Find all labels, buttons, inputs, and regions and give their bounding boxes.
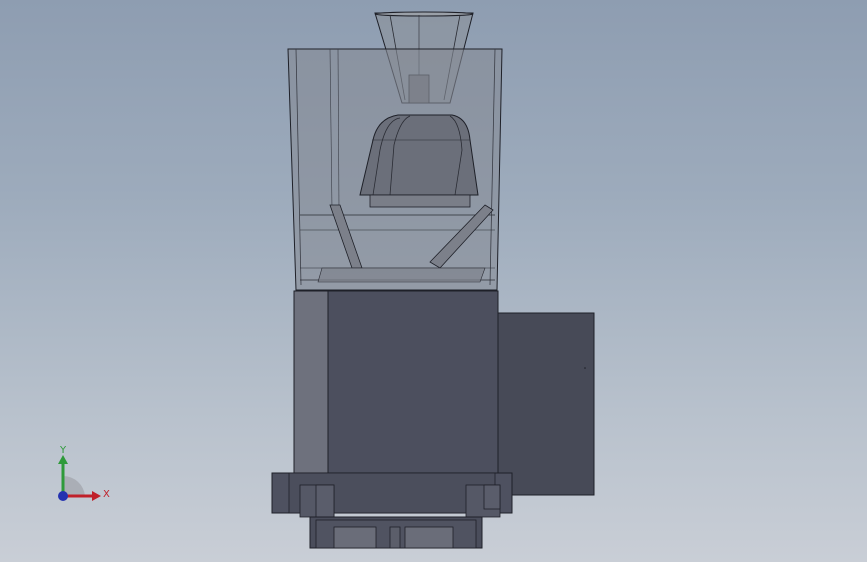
motor-body[interactable]: [293, 290, 499, 474]
coordinate-triad: Y X: [58, 445, 110, 501]
x-axis-arrowhead: [92, 491, 101, 501]
y-axis-label: Y: [59, 445, 67, 456]
base-feet[interactable]: [309, 516, 483, 549]
x-axis-label: X: [103, 489, 110, 500]
y-axis-arrowhead: [58, 455, 68, 464]
base-flange[interactable]: [271, 472, 513, 518]
side-control-box[interactable]: [497, 312, 595, 496]
cad-viewport[interactable]: Y X: [0, 0, 867, 562]
z-axis-dot: [58, 491, 68, 501]
grinder-model[interactable]: [0, 0, 867, 562]
burr-bell[interactable]: [359, 114, 479, 208]
